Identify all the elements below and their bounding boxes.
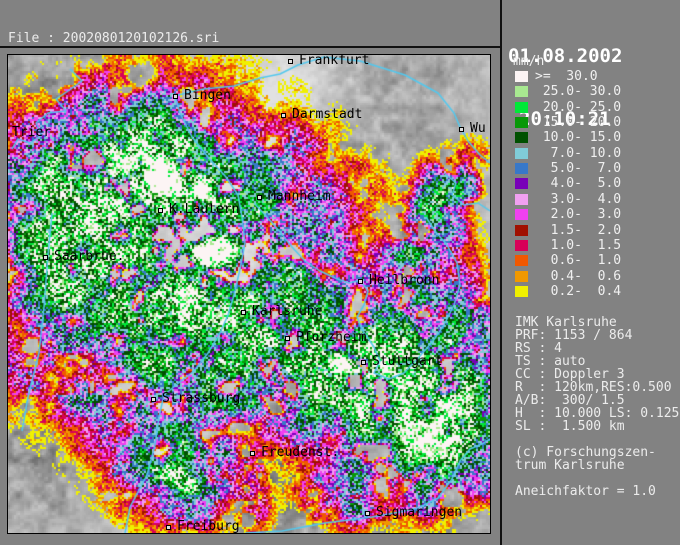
legend-range-label: 3.0- 4.0	[535, 192, 621, 207]
radar-app-window: File : 2002080120102126.sri Type : SRI R…	[0, 0, 680, 545]
legend-color-swatch	[515, 255, 528, 266]
city-marker	[361, 360, 366, 365]
legend-range-label: 15.0- 20.0	[535, 115, 621, 130]
city-label: Karlsruhe	[252, 304, 322, 319]
legend-range-label: 1.5- 2.0	[535, 223, 621, 238]
legend-color-swatch	[515, 178, 528, 189]
legend-range-label: 7.0- 10.0	[535, 146, 621, 161]
file-line: File : 2002080120102126.sri	[8, 31, 219, 46]
header-separator	[0, 46, 500, 48]
city-marker	[257, 195, 262, 200]
city-label: Heilbronn	[369, 273, 439, 288]
city-label: Freiburg	[177, 519, 240, 533]
legend-color-swatch	[515, 194, 528, 205]
info-line: Aneichfaktor = 1.0	[515, 485, 679, 498]
city-label: Pforzheim	[296, 330, 366, 345]
city-label: K.Lautern	[169, 202, 239, 217]
info-line: trum Karlsruhe	[515, 459, 679, 472]
legend-range-label: 4.0- 5.0	[535, 176, 621, 191]
city-label: Trier	[12, 125, 51, 140]
city-marker	[358, 279, 363, 284]
city-marker	[158, 208, 163, 213]
city-marker	[459, 127, 464, 132]
city-label: Darmstadt	[292, 107, 362, 122]
city-marker	[166, 525, 171, 530]
legend-color-swatch	[515, 163, 528, 174]
city-marker	[250, 451, 255, 456]
legend-color-swatch	[515, 271, 528, 282]
legend-title: mm/h	[513, 55, 544, 69]
legend-color-swatch	[515, 225, 528, 236]
legend-range-label: 2.0- 3.0	[535, 207, 621, 222]
legend-color-swatch	[515, 148, 528, 159]
legend-range-label: >= 30.0	[535, 69, 598, 84]
legend-color-swatch	[515, 71, 528, 82]
rain-rate-legend: mm/h >= 30.0 25.0- 30.0 20.0- 25.0 15.0-…	[513, 55, 679, 300]
legend-color-swatch	[515, 286, 528, 297]
legend-color-swatch	[515, 240, 528, 251]
city-marker	[173, 94, 178, 99]
city-marker	[288, 59, 293, 64]
city-marker	[285, 336, 290, 341]
legend-color-swatch	[515, 132, 528, 143]
legend-color-swatch	[515, 209, 528, 220]
legend-range-label: 1.0- 1.5	[535, 238, 621, 253]
city-label: Wu	[470, 121, 486, 136]
city-marker	[281, 113, 286, 118]
legend-range-label: 25.0- 30.0	[535, 84, 621, 99]
city-marker	[241, 310, 246, 315]
radar-canvas	[8, 55, 490, 533]
city-marker	[43, 255, 48, 260]
city-marker	[151, 397, 156, 402]
legend-range-label: 0.2- 0.4	[535, 284, 621, 299]
legend-range-label: 10.0- 15.0	[535, 130, 621, 145]
info-lines: IMK KarlsruhePRF: 1153 / 864RS : 4TS : a…	[515, 316, 679, 498]
legend-color-swatch	[515, 117, 528, 128]
city-label: Bingen	[184, 88, 231, 103]
legend-range-label: 5.0- 7.0	[535, 161, 621, 176]
city-label: Sigmaringen	[376, 505, 462, 520]
city-label: Mannheim	[268, 189, 331, 204]
city-label: Strassburg	[162, 391, 240, 406]
city-label: Freudenst.	[261, 445, 339, 460]
city-label: Saarbrue.	[54, 249, 124, 264]
info-line: SL : 1.500 km	[515, 420, 679, 433]
legend-range-label: 0.4- 0.6	[535, 269, 621, 284]
legend-color-swatch	[515, 86, 528, 97]
legend-color-swatch	[515, 102, 528, 113]
panel-separator	[500, 0, 502, 545]
legend-range-label: 20.0- 25.0	[535, 100, 621, 115]
city-label: Stuttgart	[372, 354, 442, 369]
city-marker	[365, 511, 370, 516]
legend-range-label: 0.6- 1.0	[535, 253, 621, 268]
radar-map: Frankfurt Bingen Darmstadt Wu Trier K.Lautern…	[8, 55, 490, 533]
city-label: Frankfurt	[299, 55, 369, 68]
station-info-panel: IMK KarlsruhePRF: 1153 / 864RS : 4TS : a…	[515, 316, 679, 498]
